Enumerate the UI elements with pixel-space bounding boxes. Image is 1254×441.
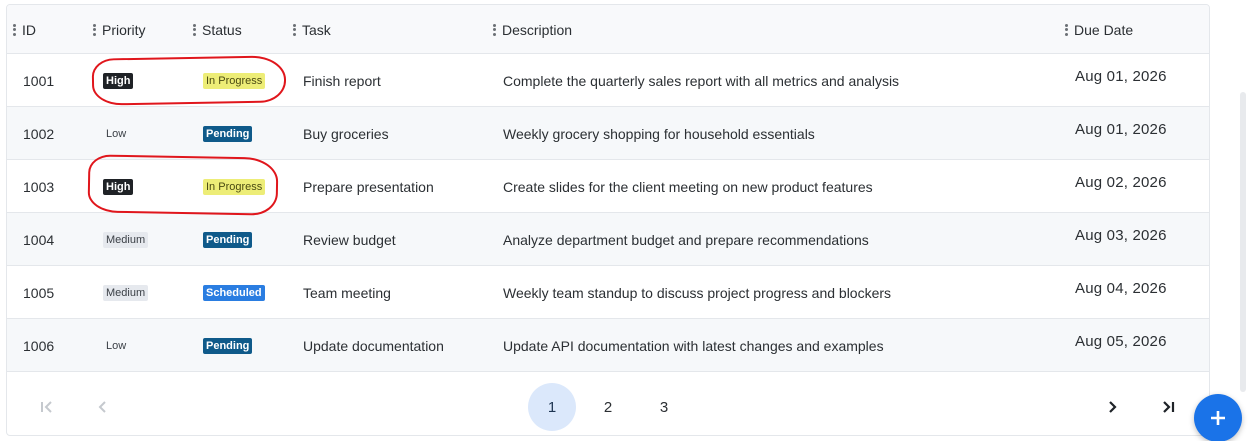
due-date-cell: Aug 02, 2026 [1075,174,1167,191]
table-row[interactable]: 1001 High In Progress Finish report Comp… [7,54,1209,107]
column-label: Task [302,21,331,38]
column-menu-icon[interactable] [1065,23,1068,36]
id-cell: 1006 [23,337,55,354]
column-label: Status [202,21,242,38]
table-header: ID Priority Status Task Description Due … [7,5,1209,54]
next-page-button[interactable] [1088,383,1136,431]
table-row[interactable]: 1004 Medium Pending Review budget Analyz… [7,213,1209,266]
status-badge: Pending [203,337,253,354]
status-badge: Pending [203,125,253,142]
column-header-due-date[interactable]: Due Date [1065,5,1133,54]
column-header-description[interactable]: Description [493,5,572,54]
plus-icon [1211,411,1225,425]
task-cell: Buy groceries [303,125,389,142]
column-label: Description [502,21,573,38]
id-cell: 1004 [23,231,55,248]
table-row[interactable]: 1003 High In Progress Prepare presentati… [7,160,1209,213]
id-cell: 1003 [23,178,55,195]
column-header-status[interactable]: Status [193,5,242,54]
description-cell: Weekly grocery shopping for household es… [503,125,815,142]
due-date-cell: Aug 04, 2026 [1075,280,1167,297]
due-date-cell: Aug 01, 2026 [1075,121,1167,138]
due-date-cell: Aug 03, 2026 [1075,227,1167,244]
chevron-left-icon [98,401,106,413]
column-menu-icon[interactable] [493,23,496,36]
task-cell: Finish report [303,72,381,89]
table-row[interactable]: 1006 Low Pending Update documentation Up… [7,319,1209,372]
status-badge: Pending [203,231,253,248]
column-header-id[interactable]: ID [13,5,36,54]
task-cell: Update documentation [303,337,444,354]
id-cell: 1001 [23,72,55,89]
last-page-icon [1163,401,1175,413]
column-label: Due Date [1074,21,1134,38]
column-menu-icon[interactable] [93,23,96,36]
status-badge: In Progress [203,72,266,89]
prev-page-button[interactable] [79,383,127,431]
due-date-cell: Aug 01, 2026 [1075,68,1167,85]
id-cell: 1005 [23,284,55,301]
last-page-button[interactable] [1144,383,1192,431]
column-menu-icon[interactable] [293,23,296,36]
table-row[interactable]: 1005 Medium Scheduled Team meeting Weekl… [7,266,1209,319]
column-header-task[interactable]: Task [293,5,331,54]
column-header-priority[interactable]: Priority [93,5,146,54]
priority-badge: High [103,178,134,195]
priority-badge: Medium [103,284,149,301]
page-button-2[interactable]: 2 [584,383,632,431]
pagination: 1 2 3 [7,373,1209,435]
column-label: Priority [102,21,146,38]
add-task-button[interactable] [1194,394,1242,441]
scrollbar[interactable] [1240,92,1246,392]
description-cell: Create slides for the client meeting on … [503,178,873,195]
task-cell: Team meeting [303,284,391,301]
page-button-3[interactable]: 3 [640,383,688,431]
description-cell: Weekly team standup to discuss project p… [503,284,892,301]
due-date-cell: Aug 05, 2026 [1075,333,1167,350]
chevron-right-icon [1109,401,1117,413]
status-badge: In Progress [203,178,266,195]
status-badge: Scheduled [203,284,265,301]
column-label: ID [22,21,36,38]
column-menu-icon[interactable] [13,23,16,36]
priority-badge: Low [106,339,127,352]
priority-badge: Medium [103,231,149,248]
first-page-icon [41,401,52,413]
priority-badge: High [103,72,134,89]
id-cell: 1002 [23,125,55,142]
priority-badge: Low [106,127,127,140]
tasks-table: ID Priority Status Task Description Due … [6,4,1210,436]
page-button-1[interactable]: 1 [528,383,576,431]
description-cell: Analyze department budget and prepare re… [503,231,869,248]
description-cell: Update API documentation with latest cha… [503,337,884,354]
task-cell: Review budget [303,231,396,248]
description-cell: Complete the quarterly sales report with… [503,72,900,89]
column-menu-icon[interactable] [193,23,196,36]
task-cell: Prepare presentation [303,178,434,195]
table-row[interactable]: 1002 Low Pending Buy groceries Weekly gr… [7,107,1209,160]
first-page-button[interactable] [23,383,71,431]
